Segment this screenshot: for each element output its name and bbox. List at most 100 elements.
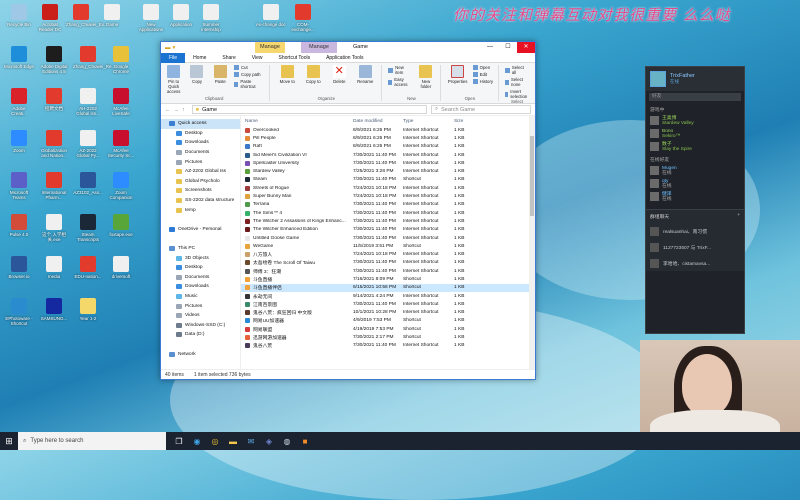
file-row[interactable]: 斗鱼直播伴侣 6/15/2021 10:56 PM Shortcut 1 KB [241,283,535,292]
column-type[interactable]: Type [403,119,454,124]
desktop-icon[interactable]: media [39,256,69,279]
friend-row[interactable]: Bono Sekiro™ [646,127,744,140]
file-row[interactable]: The Sims™ 4 7/30/2021 11:40 PM Internet Sh… [241,209,535,217]
paste-button[interactable]: Paste [211,65,230,84]
nav-item[interactable]: Network [161,349,240,359]
select-all-button[interactable]: Select all [505,65,529,75]
file-row[interactable]: Streets of Rogue 7/24/2021 10:18 PM Intern… [241,184,535,192]
chat-row[interactable]: 李哈哈、cistamavsa... [646,255,744,271]
desktop-icon[interactable]: Acrobat Reader DC [35,4,65,32]
tab-application-tools[interactable]: Application Tools [318,53,371,63]
nav-item[interactable]: Music [161,292,240,302]
desktop-icon[interactable]: Zoom [4,130,34,153]
desktop-icon[interactable]: International Pharm... [39,172,69,200]
nav-item[interactable]: Data (D:) [161,330,240,340]
desktop-icon[interactable]: Steam Transcripts [73,214,103,242]
rename-button[interactable]: Rename [354,65,376,84]
nav-item[interactable]: SS-2202 data structure [161,196,240,206]
scroll-thumb[interactable] [530,136,534,216]
friend-row[interactable]: Mugen 在线 [646,164,744,177]
file-row[interactable]: The Witcher Enhanced Edition 7/30/2021 11… [241,226,535,234]
chat-row[interactable]: realsuanhai、南习惯 [646,223,744,239]
nav-item[interactable]: OneDrive - Personal [161,225,240,235]
friend-row[interactable]: qty 在线 [646,177,744,190]
tab-file[interactable]: File [161,52,186,63]
file-row[interactable]: 师傅 3：狂潮 7/30/2021 11:40 PM Internet Shortc… [241,267,535,275]
nav-item[interactable]: Global Psycholo [161,177,240,187]
steam-icon[interactable]: ◍ [278,432,296,450]
windows-start-icon[interactable]: ⊞ [0,432,18,450]
nav-item[interactable]: Desktop [161,129,240,139]
file-row[interactable]: The Witcher 2 Assassins of Kings Enhanc.… [241,217,535,225]
nav-item[interactable]: This PC [161,244,240,254]
nav-item[interactable]: temp [161,205,240,215]
friends-search[interactable]: 好友 [649,93,741,101]
select-none-button[interactable]: Select none [505,77,529,87]
tab-share[interactable]: Share [214,53,243,63]
paste-shortcut-button[interactable]: Paste shortcut [233,79,264,89]
desktop-icon[interactable]: Pulse 4.0 [4,214,34,237]
easy-access-button[interactable]: Easy access [388,77,413,87]
file-row[interactable]: 太吾绘卷 The Scroll Of Taiwu 7/30/2021 11:40 … [241,259,535,267]
desktop-icon[interactable]: 这个.入学相关.exe [39,214,69,242]
folder-icon[interactable]: ▬ [165,45,171,51]
nav-item[interactable]: Screenshots [161,186,240,196]
desktop-icon[interactable]: Summer internship [196,4,226,32]
desktop-icon[interactable]: AH-2202 Global iss... [73,88,103,116]
file-row[interactable]: Raft 8/9/2021 6:26 PM Internet Shortcut 1 K… [241,143,535,151]
desktop-icon[interactable]: ex-change doc [256,4,286,27]
desktop-icon[interactable]: McAfee LiveSafe [106,88,136,116]
nav-item[interactable]: Documents [161,148,240,158]
mail-icon[interactable]: ✉ [242,432,260,450]
desktop-icon[interactable]: Game [97,4,127,27]
manage-application-context-tab[interactable]: Manage [301,42,337,53]
cut-button[interactable]: Cut [233,65,264,70]
desktop-icon[interactable]: McAfee Security Sc... [106,130,136,158]
file-row[interactable]: Overcooked 8/9/2021 6:26 PM Internet Short… [241,126,535,134]
app-orange-icon[interactable]: ■ [296,432,314,450]
invert-selection-button[interactable]: Invert selection [505,89,529,99]
move-to-button[interactable]: Move to [276,65,298,84]
desktop-icon[interactable]: driversoft [106,256,136,279]
minimize-button[interactable]: — [481,42,499,53]
open-button[interactable]: Open [472,65,493,70]
desktop-icon[interactable]: AZ3102_Ass... [73,172,103,195]
file-row[interactable]: Untitled Goose Game 7/30/2021 11:40 PM Int… [241,234,535,242]
tab-view[interactable]: View [244,53,271,63]
desktop-icon[interactable]: AZ-2022 Global Py... [73,130,103,158]
friend-row[interactable]: 王奥博 Stardew Valley [646,114,744,127]
discord-icon[interactable]: ◈ [260,432,278,450]
pin-button[interactable]: Pin to Quick access [164,65,183,94]
desktop-icon[interactable]: COM-exchange... [288,4,318,32]
file-row[interactable]: 网易UU加速器 4/9/2019 7:53 PM Shortcut 1 KB [241,317,535,325]
file-row[interactable]: 江南百景图 7/30/2021 11:40 PM Internet Shortcut… [241,300,535,308]
vertical-scrollbar[interactable] [529,116,535,369]
copy-to-button[interactable]: Copy to [302,65,324,84]
file-row[interactable]: Terraria 7/30/2021 11:40 PM Internet Short… [241,201,535,209]
desktop-icon[interactable]: foxtape.exe [106,214,136,237]
file-row[interactable]: WeGame 11/5/2019 3:51 PM Shortcut 1 KB [241,242,535,250]
nav-item[interactable]: Desktop [161,263,240,273]
file-row[interactable]: Spellcaster University 7/30/2021 11:40 PM… [241,159,535,167]
nav-item[interactable]: Pictures [161,301,240,311]
nav-item[interactable]: AZ-2202 Global Iss [161,167,240,177]
explorer-icon[interactable]: ▬ [224,432,242,450]
maximize-button[interactable]: ☐ [499,42,517,53]
nav-item[interactable]: Downloads [161,138,240,148]
nav-item[interactable]: Quick access [161,119,240,129]
desktop-icon[interactable]: Zhang_Chuwei_Ex... [66,4,108,27]
new-item-button[interactable]: New item [388,65,413,75]
column-date-modified[interactable]: Date modified [353,119,403,124]
file-row[interactable]: Steam 7/30/2021 11:40 PM Shortcut 1 KB [241,176,535,184]
desktop-icon[interactable]: Globalization and Nation... [39,130,69,158]
taskbar-search[interactable]: ⌕ Type here to search [18,432,166,450]
history-button[interactable]: History [472,79,493,84]
new-folder-button[interactable]: New folder [417,65,435,89]
properties-button[interactable]: Properties [447,65,469,84]
edge-icon[interactable]: ◉ [188,432,206,450]
file-row[interactable]: Stardew Valley 7/25/2021 3:28 PM Internet … [241,167,535,175]
nav-item[interactable]: Videos [161,311,240,321]
nav-item[interactable]: Pictures [161,157,240,167]
edit-button[interactable]: Edit [472,72,493,77]
column-size[interactable]: Size [454,119,484,124]
